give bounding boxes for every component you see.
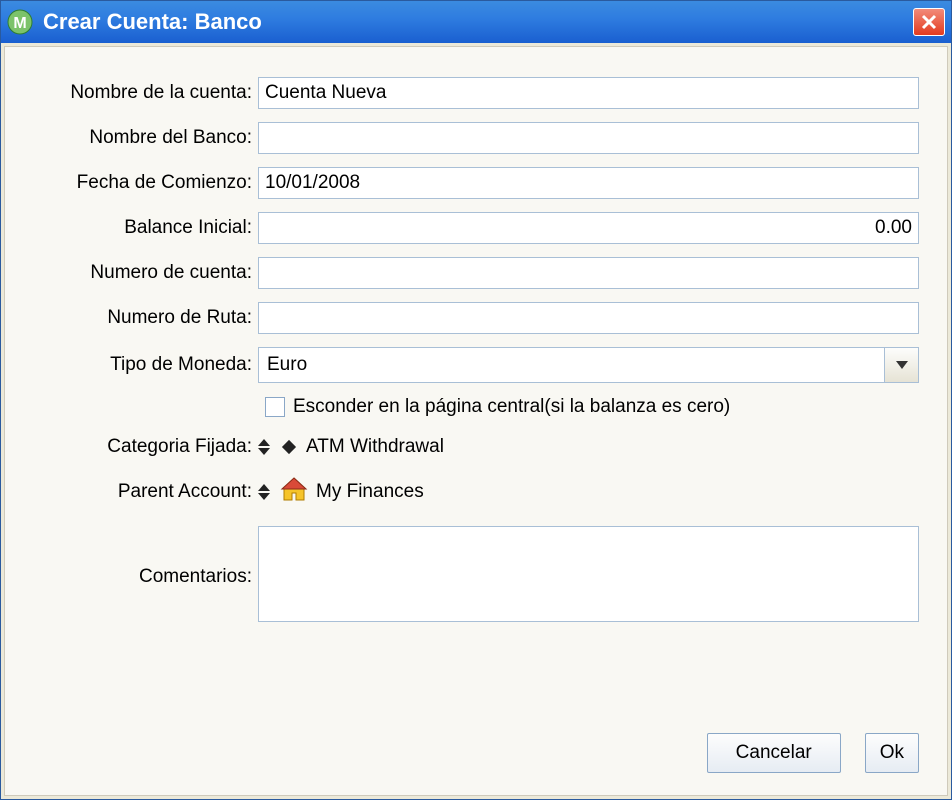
hide-checkbox[interactable]: [265, 397, 285, 417]
dialog-window: M Crear Cuenta: Banco Nombre de la cuent…: [0, 0, 952, 800]
label-account-number: Numero de cuenta:: [33, 262, 258, 284]
chevron-up-icon: [258, 484, 270, 491]
titlebar: M Crear Cuenta: Banco: [1, 1, 951, 43]
row-initial-balance: Balance Inicial:: [33, 212, 919, 244]
chevron-down-icon: [896, 361, 908, 369]
row-fixed-category: Categoria Fijada: ATM Withdrawal: [33, 436, 919, 458]
comments-field[interactable]: [258, 526, 919, 622]
row-bank-name: Nombre del Banco:: [33, 122, 919, 154]
chevron-up-icon: [258, 439, 270, 446]
ok-button[interactable]: Ok: [865, 733, 919, 773]
row-comments: Comentarios:: [33, 526, 919, 627]
initial-balance-field[interactable]: [258, 212, 919, 244]
label-bank-name: Nombre del Banco:: [33, 127, 258, 149]
row-account-name: Nombre de la cuenta:: [33, 77, 919, 109]
close-icon: [921, 14, 937, 30]
row-parent-account: Parent Account: My Finances: [33, 476, 919, 508]
currency-type-select[interactable]: Euro: [258, 347, 919, 383]
svg-text:M: M: [13, 15, 26, 32]
cancel-button[interactable]: Cancelar: [707, 733, 841, 773]
label-comments: Comentarios:: [33, 566, 258, 588]
label-account-name: Nombre de la cuenta:: [33, 82, 258, 104]
row-currency-type: Tipo de Moneda: Euro: [33, 347, 919, 383]
chevron-down-icon: [258, 493, 270, 500]
app-icon: M: [7, 9, 33, 35]
parent-account-stepper[interactable]: [258, 484, 272, 500]
row-start-date: Fecha de Comienzo:: [33, 167, 919, 199]
parent-account-value: My Finances: [316, 481, 424, 503]
label-parent-account: Parent Account:: [33, 481, 258, 503]
button-row: Cancelar Ok: [33, 723, 919, 779]
bank-name-field[interactable]: [258, 122, 919, 154]
fixed-category-value: ATM Withdrawal: [306, 436, 444, 458]
fixed-category-stepper[interactable]: [258, 439, 272, 455]
routing-number-field[interactable]: [258, 302, 919, 334]
house-icon: [280, 476, 308, 508]
chevron-down-icon: [258, 448, 270, 455]
hide-checkbox-label: Esconder en la página central(si la bala…: [293, 396, 730, 418]
account-number-field[interactable]: [258, 257, 919, 289]
label-currency-type: Tipo de Moneda:: [33, 354, 258, 376]
row-account-number: Numero de cuenta:: [33, 257, 919, 289]
row-routing-number: Numero de Ruta:: [33, 302, 919, 334]
form: Nombre de la cuenta: Nombre del Banco: F…: [33, 77, 919, 723]
currency-dropdown-button[interactable]: [884, 348, 918, 382]
account-name-field[interactable]: [258, 77, 919, 109]
label-routing-number: Numero de Ruta:: [33, 307, 258, 329]
label-fixed-category: Categoria Fijada:: [33, 436, 258, 458]
row-hide-checkbox: Esconder en la página central(si la bala…: [265, 396, 919, 418]
dialog-content: Nombre de la cuenta: Nombre del Banco: F…: [4, 46, 948, 796]
label-initial-balance: Balance Inicial:: [33, 217, 258, 239]
start-date-field[interactable]: [258, 167, 919, 199]
window-title: Crear Cuenta: Banco: [43, 9, 913, 35]
label-start-date: Fecha de Comienzo:: [33, 172, 258, 194]
currency-type-value: Euro: [259, 354, 884, 376]
diamond-icon: [282, 440, 296, 454]
close-button[interactable]: [913, 8, 945, 36]
